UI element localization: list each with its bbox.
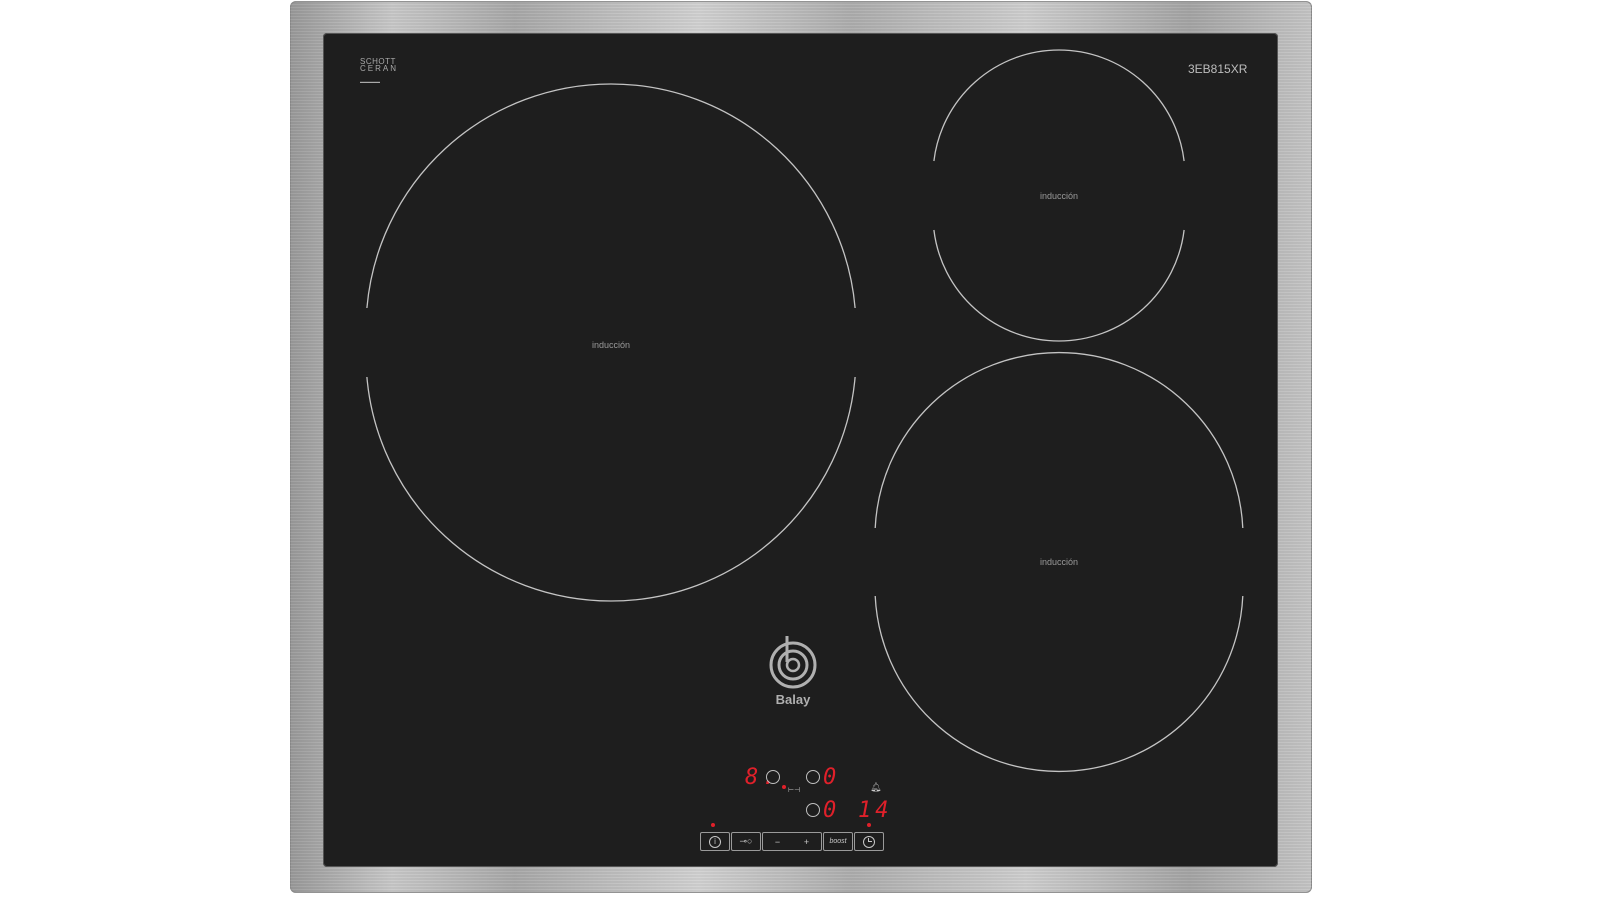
main-power-indicator-dot [711,823,715,827]
timer-display: 14 [858,798,893,823]
zone-right-top-display: 0 [823,765,841,790]
info-icon: i [709,835,721,848]
timer-icon [863,835,875,848]
bell-icon: 🔔︎ [870,782,882,792]
cooking-zones [366,49,1244,773]
model-number: 3EB815XR [1188,62,1248,76]
key-lock-icon: ⊸○ [739,836,753,846]
active-zone-dot [782,785,786,789]
large-zone-ring-bottom [366,376,856,602]
brand-name: Balay [775,692,811,707]
child-lock-button[interactable]: ⊸○ [731,832,761,851]
plus-button[interactable]: + [804,837,809,847]
power-slider[interactable]: − + [762,832,822,851]
zone-select-left[interactable] [766,770,780,784]
main-switch-button[interactable]: i [700,832,730,851]
minus-button[interactable]: − [775,837,780,847]
medium-zone-ring-bottom [874,595,1244,773]
large-zone-ring-top [366,83,856,309]
timer-button[interactable] [854,832,884,851]
boost-button[interactable]: boost [823,832,853,851]
zone-label-medium: inducción [1039,557,1079,567]
brand-logo: Balay [768,636,818,707]
zone-right-bottom-display: 0 [823,798,841,823]
schott-ceran-logo: SCHOTT CERAN ▬▬▬▬▬ [360,57,399,85]
small-zone-ring-top [933,49,1185,162]
zone-select-right-bottom[interactable] [806,803,820,817]
small-zone-ring-bottom [933,229,1185,342]
power-level-indicator-icon: ⊢⊣ [788,787,801,794]
zone-label-small: inducción [1039,191,1079,201]
medium-zone-ring-top [874,351,1244,529]
zone-select-right-top[interactable] [806,770,820,784]
zone-label-large: inducción [591,340,631,350]
timer-indicator-dot [867,823,871,827]
